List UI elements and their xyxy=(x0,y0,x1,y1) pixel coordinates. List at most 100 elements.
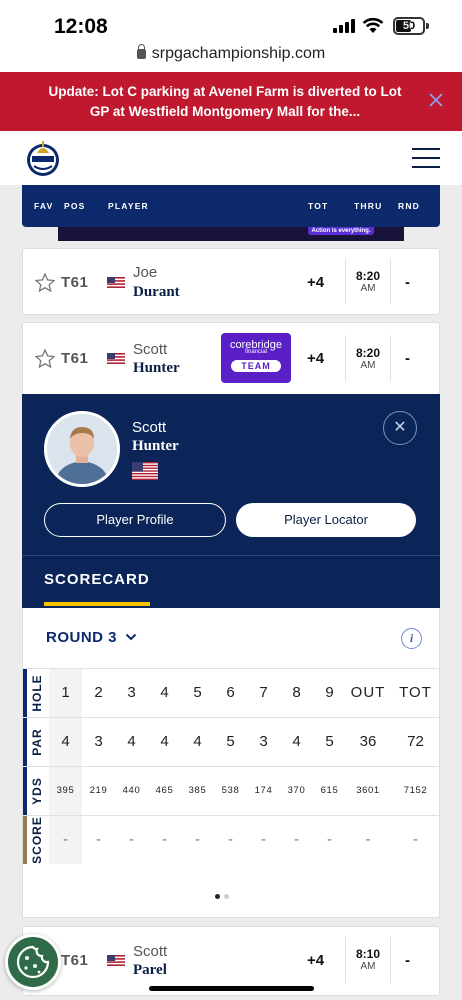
scorecard-cell: 72 xyxy=(407,733,424,750)
row-label: PAR xyxy=(23,718,49,766)
battery-icon: 50 xyxy=(393,17,425,35)
thru-ampm: AM xyxy=(360,360,376,371)
player-last-name[interactable]: Durant xyxy=(133,284,180,301)
player-round: - xyxy=(405,952,410,969)
scorecard-cell: 9 xyxy=(325,684,334,701)
us-flag-icon xyxy=(132,462,158,480)
thru-time: 8:20 xyxy=(355,346,381,360)
scorecard-cell: 7 xyxy=(259,684,268,701)
player-last-name[interactable]: Hunter xyxy=(133,360,180,377)
alert-text: Update: Lot C parking at Avenel Farm is … xyxy=(48,84,402,119)
scorecard-cell: - xyxy=(294,831,299,848)
round-selector[interactable]: ROUND 3 xyxy=(46,629,137,646)
col-rnd: RND xyxy=(398,201,421,211)
scorecard-cell: - xyxy=(261,831,266,848)
alert-banner[interactable]: Update: Lot C parking at Avenel Farm is … xyxy=(0,72,462,131)
scorecard-cell: 5 xyxy=(226,733,235,750)
thru-ampm: AM xyxy=(360,961,376,972)
scorecard-cell: 4 xyxy=(193,733,202,750)
scorecard-cell: OUT xyxy=(350,684,386,701)
player-last-name[interactable]: Parel xyxy=(133,962,167,979)
us-flag-icon xyxy=(107,277,125,288)
detail-first-name: Scott xyxy=(132,419,167,436)
scorecard-cell: 3 xyxy=(94,733,103,750)
home-indicator xyxy=(149,986,314,991)
tab-scorecard[interactable]: SCORECARD xyxy=(44,571,150,588)
lock-icon xyxy=(136,44,146,59)
row-label-text: YDS xyxy=(30,777,44,805)
scorecard-row-score: SCORE - - - - - - - - - - - xyxy=(23,815,441,864)
scorecard-cell: - xyxy=(129,831,134,848)
scorecard: ROUND 3 i HOLE 1 2 3 4 5 6 7 8 9 OUT TOT PAR 4 3 4 4 4 5 3 4… xyxy=(22,608,441,918)
scorecard-cell: 219 xyxy=(89,785,108,796)
scorecard-row-hole: HOLE 1 2 3 4 5 6 7 8 9 OUT TOT xyxy=(23,668,441,717)
scorecard-cell: 465 xyxy=(155,785,174,796)
scorecard-cell: - xyxy=(327,831,332,848)
scorecard-cell: 5 xyxy=(193,684,202,701)
thru-time: 8:10 xyxy=(355,947,381,961)
row-label-text: PAR xyxy=(30,728,44,756)
close-icon[interactable]: ✕ xyxy=(383,411,417,445)
hamburger-icon[interactable] xyxy=(412,148,440,168)
col-pos: POS xyxy=(64,201,86,211)
scorecard-cell: 2 xyxy=(94,684,103,701)
signal-icon xyxy=(333,19,355,33)
tab-active-indicator xyxy=(44,602,150,606)
scorecard-cell: - xyxy=(228,831,233,848)
cookie-settings-button[interactable] xyxy=(5,934,61,990)
carousel-dots[interactable] xyxy=(213,886,231,904)
championship-logo[interactable] xyxy=(26,139,60,177)
scorecard-cell: 538 xyxy=(221,785,240,796)
scorecard-cell: 36 xyxy=(359,733,377,750)
info-icon[interactable]: i xyxy=(401,628,422,649)
scorecard-cell: TOT xyxy=(399,684,432,701)
scorecard-cell: 8 xyxy=(292,684,301,701)
player-thru: 8:10 AM xyxy=(345,937,391,983)
thru-ampm: AM xyxy=(360,283,376,294)
star-icon[interactable] xyxy=(35,273,55,292)
scorecard-cell: 3 xyxy=(127,684,136,701)
player-total: +4 xyxy=(307,274,325,291)
player-round: - xyxy=(405,350,410,367)
player-first-name: Scott xyxy=(133,341,168,358)
scorecard-cell: 174 xyxy=(254,785,273,796)
team-badge: corebridge financial TEAM xyxy=(221,333,291,383)
scorecard-cell: 440 xyxy=(122,785,141,796)
scorecard-cell: - xyxy=(413,831,418,848)
player-locator-button[interactable]: Player Locator xyxy=(236,503,416,537)
player-thru: 8:20 AM xyxy=(345,335,391,381)
row-label: YDS xyxy=(23,767,49,815)
player-thru: 8:20 AM xyxy=(345,259,391,304)
player-row-selected[interactable]: T61 Scott Hunter corebridge financial TE… xyxy=(22,322,440,394)
scorecard-cell: 4 xyxy=(160,733,169,750)
ad-badge: Action is everything. xyxy=(308,227,374,235)
col-thru: THRU xyxy=(354,201,383,211)
player-position: T61 xyxy=(61,350,89,367)
thru-time: 8:20 xyxy=(355,269,381,283)
round-label: ROUND 3 xyxy=(46,629,118,646)
scorecard-cell: - xyxy=(365,831,371,848)
row-label-text: SCORE xyxy=(30,816,44,864)
player-total: +4 xyxy=(307,350,325,367)
close-icon[interactable] xyxy=(428,92,444,108)
star-icon[interactable] xyxy=(35,349,55,368)
address-bar[interactable]: srpgachampionship.com xyxy=(0,40,462,72)
status-bar: 12:08 50 xyxy=(0,0,462,40)
dot[interactable] xyxy=(224,894,229,899)
scorecard-cell: - xyxy=(96,831,101,848)
us-flag-icon xyxy=(107,353,125,364)
player-avatar xyxy=(44,411,120,487)
dot-active[interactable] xyxy=(215,894,220,899)
us-flag-icon xyxy=(107,955,125,966)
player-row[interactable]: T61 Joe Durant +4 8:20 AM - xyxy=(22,248,440,315)
scorecard-cell: 385 xyxy=(188,785,207,796)
player-detail-panel: Scott Hunter ✕ Player Profile Player Loc… xyxy=(22,394,440,608)
player-profile-button[interactable]: Player Profile xyxy=(44,503,226,537)
scorecard-cell: 7152 xyxy=(403,785,428,796)
scorecard-cell: 6 xyxy=(226,684,235,701)
ad-banner[interactable]: Action is everything. xyxy=(58,227,404,241)
player-round: - xyxy=(405,274,410,291)
col-fav: FAV xyxy=(34,201,54,211)
row-label-text: HOLE xyxy=(30,674,44,712)
leaderboard-header: FAV POS PLAYER TOT THRU RND xyxy=(22,185,440,227)
